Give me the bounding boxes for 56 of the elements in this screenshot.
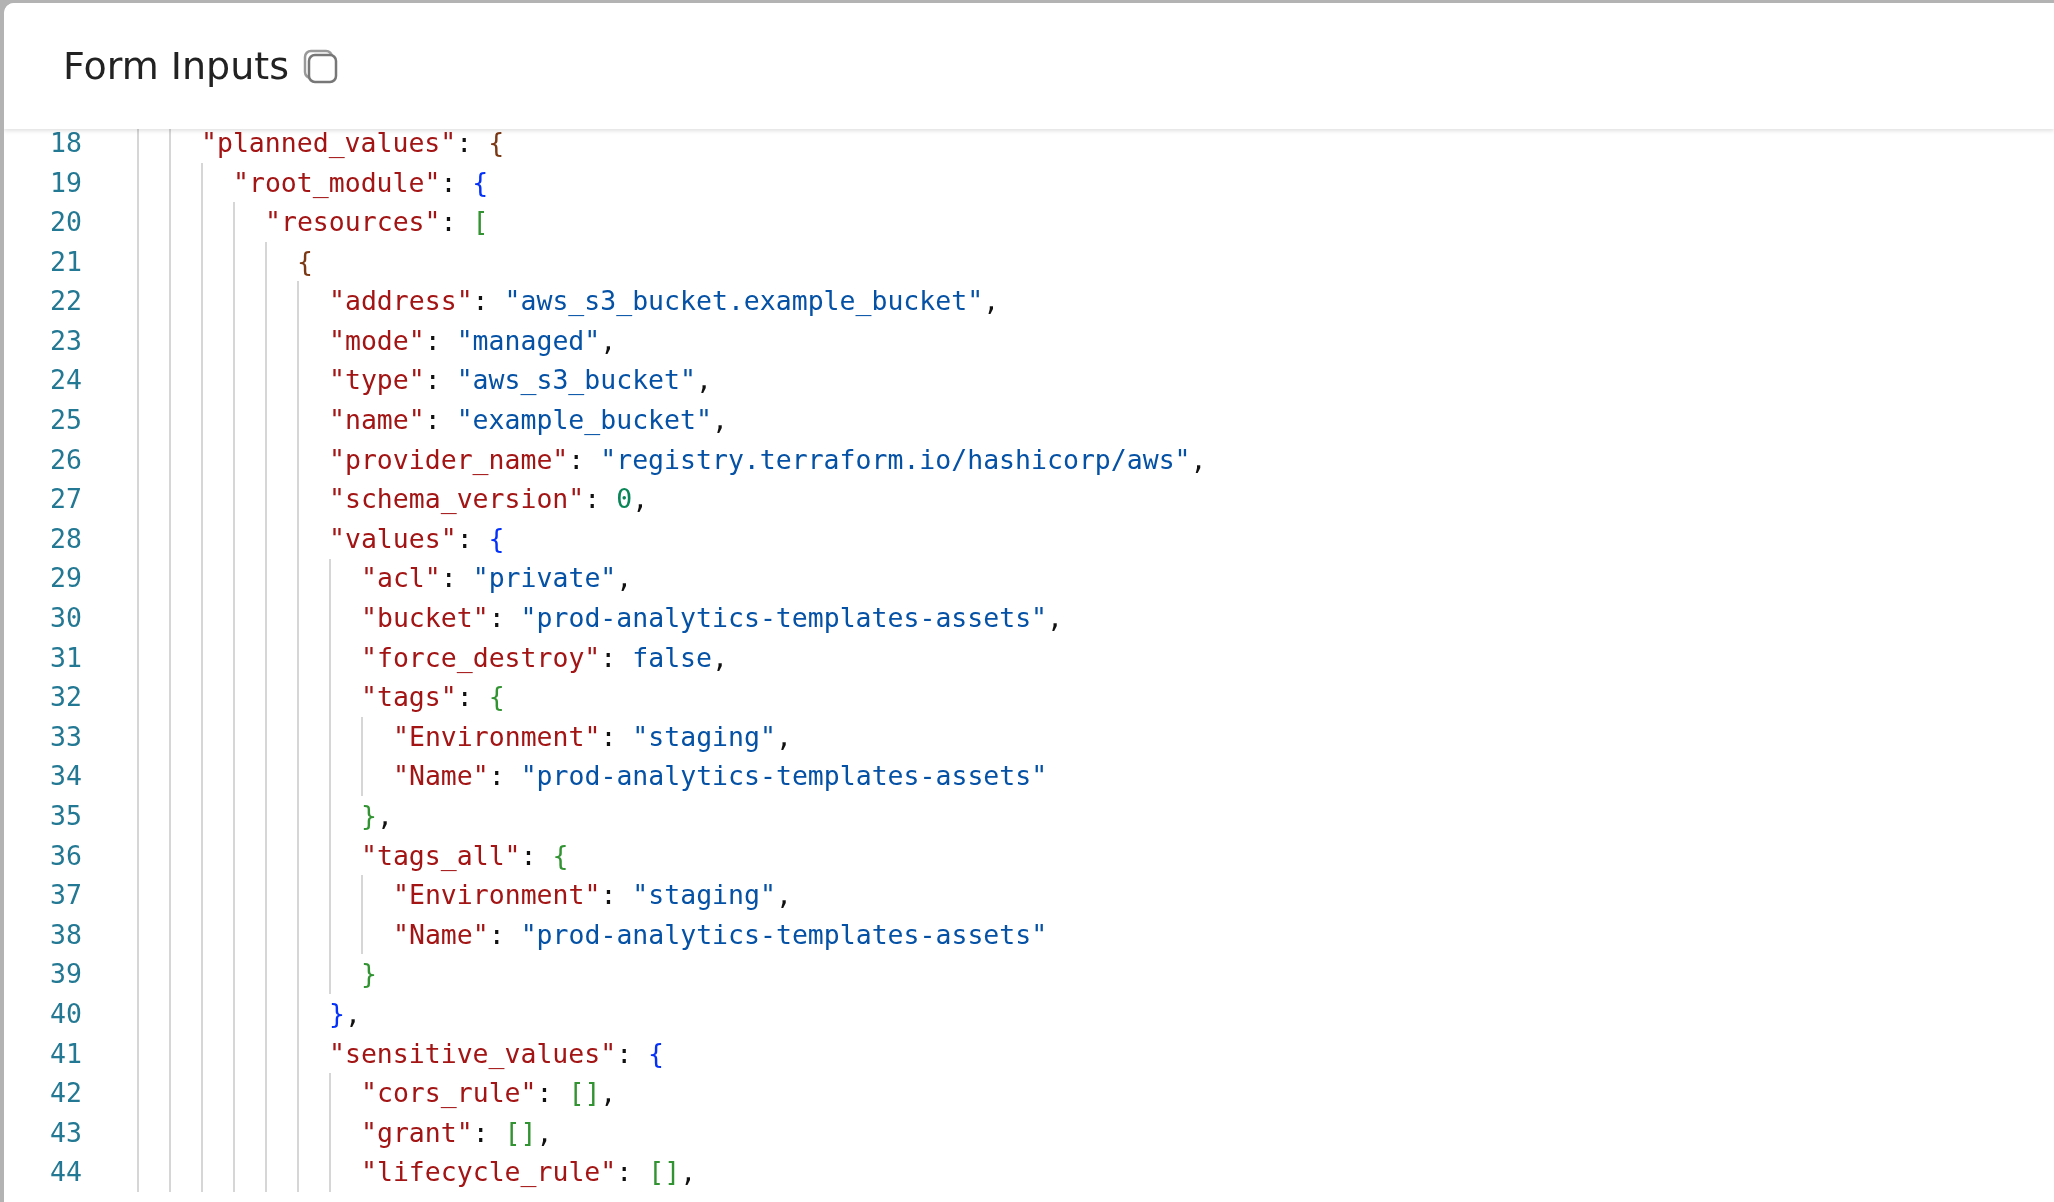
code-line: "provider_name": "registry.terraform.io/hashicorp/aws", xyxy=(329,442,1207,477)
code-line: { xyxy=(297,244,313,279)
line-number: 31 xyxy=(49,640,82,675)
code-line: "acl": "private", xyxy=(361,561,633,596)
line-number: 35 xyxy=(49,799,82,833)
line-number: 23 xyxy=(49,323,82,358)
line-number: 38 xyxy=(49,917,82,952)
code-line: "Environment": "staging", xyxy=(393,719,792,754)
code-line: "mode": "managed", xyxy=(329,323,617,358)
code-line: "name": "example_bucket", xyxy=(329,403,728,438)
line-number: 19 xyxy=(49,165,82,200)
line-number: 24 xyxy=(49,363,82,398)
code-line: "Name": "prod-analytics-templates-assets" xyxy=(393,759,1048,794)
line-number: 40 xyxy=(49,997,82,1031)
code-line: }, xyxy=(329,997,361,1031)
code-line: "schema_version": 0, xyxy=(329,482,649,517)
line-number: 26 xyxy=(49,442,82,477)
code-line: "Name": "prod-analytics-templates-assets" xyxy=(393,917,1048,952)
line-number: 28 xyxy=(49,521,82,556)
code-line: } xyxy=(361,957,377,992)
code-line: "resources": [ xyxy=(265,205,489,240)
code-line: "Environment": "staging", xyxy=(393,878,792,913)
line-number: 36 xyxy=(49,838,82,873)
panel-title: Form Inputs xyxy=(63,42,289,90)
code-line: }, xyxy=(361,799,393,833)
line-number: 25 xyxy=(49,403,82,438)
line-number: 30 xyxy=(49,601,82,636)
code-line: "tags": { xyxy=(361,680,505,715)
code-line: "values": { xyxy=(329,521,505,556)
line-number: 34 xyxy=(49,759,82,794)
code-line: "bucket": "prod-analytics-templates-assets", xyxy=(361,601,1064,636)
line-number: 41 xyxy=(49,1036,82,1071)
code-line: "tags_all": { xyxy=(361,838,569,873)
line-number: 39 xyxy=(49,957,82,992)
code-line: "force_destroy": false, xyxy=(361,640,728,675)
line-number: 33 xyxy=(49,719,82,754)
line-number: 18 xyxy=(49,125,82,160)
code-line: "cors_rule": [], xyxy=(361,1076,617,1111)
line-number: 37 xyxy=(49,878,82,913)
code-line: "root_module": { xyxy=(233,165,489,200)
line-number: 43 xyxy=(49,1115,82,1150)
line-number: 44 xyxy=(49,1155,82,1190)
line-number: 20 xyxy=(49,205,82,240)
code-line: "grant": [], xyxy=(361,1115,553,1150)
line-number: 27 xyxy=(49,482,82,517)
code-line: "sensitive_values": { xyxy=(329,1036,665,1071)
code-line: "address": "aws_s3_bucket.example_bucket", xyxy=(329,284,1000,319)
line-number: 29 xyxy=(49,561,82,596)
code-line: "planned_values": { xyxy=(201,125,505,160)
line-number: 32 xyxy=(49,680,82,715)
line-number: 22 xyxy=(49,284,82,319)
code-line: "type": "aws_s3_bucket", xyxy=(329,363,712,398)
copy-icon[interactable] xyxy=(303,49,339,85)
code-line: "lifecycle_rule": [], xyxy=(361,1155,697,1190)
line-number: 21 xyxy=(49,244,82,279)
line-number: 42 xyxy=(49,1076,82,1111)
